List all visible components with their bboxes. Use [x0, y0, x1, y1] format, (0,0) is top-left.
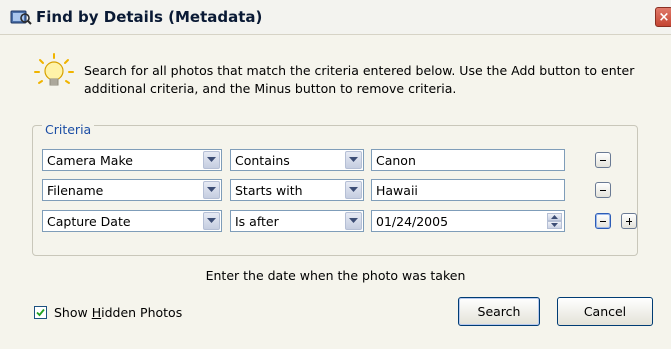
window-title: Find by Details (Metadata) — [36, 8, 263, 26]
instructions-line-2: additional criteria, and the Minus butto… — [84, 81, 457, 96]
remove-criteria-button-3[interactable] — [595, 213, 611, 229]
minus-icon — [600, 190, 606, 191]
chevron-down-icon[interactable] — [345, 212, 362, 230]
operator-select-contains[interactable]: Contains — [230, 149, 364, 171]
date-spinner[interactable] — [547, 213, 562, 229]
spin-down-button[interactable] — [547, 221, 562, 229]
operator-select-value: Starts with — [235, 183, 303, 198]
cancel-button[interactable]: Cancel — [557, 297, 653, 326]
find-by-details-dialog: Find by Details (Metadata) × Search for … — [0, 0, 671, 349]
spin-up-button[interactable] — [547, 213, 562, 221]
minus-icon — [600, 221, 606, 222]
close-button[interactable]: × — [655, 7, 671, 27]
instructions-text: Search for all photos that match the cri… — [84, 62, 664, 98]
minus-icon — [600, 160, 606, 161]
chevron-down-icon[interactable] — [345, 181, 362, 199]
value-input-camera-make[interactable]: Canon — [371, 149, 565, 171]
field-select-value: Capture Date — [47, 214, 131, 229]
photo-search-icon — [10, 10, 32, 25]
show-hidden-photos-label[interactable]: Show Hidden Photos — [54, 305, 182, 320]
instructions-line-1: Search for all photos that match the cri… — [84, 63, 635, 78]
field-select-value: Camera Make — [47, 153, 133, 168]
remove-criteria-button-2[interactable] — [595, 182, 611, 198]
title-bar[interactable]: Find by Details (Metadata) × — [0, 0, 671, 35]
field-hint-text: Enter the date when the photo was taken — [205, 268, 466, 283]
chevron-down-icon[interactable] — [203, 181, 220, 199]
search-button[interactable]: Search — [458, 297, 540, 326]
field-select-camera-make[interactable]: Camera Make — [42, 149, 222, 171]
remove-criteria-button-1[interactable] — [595, 152, 611, 168]
criteria-legend: Criteria — [42, 122, 95, 137]
operator-select-value: Contains — [235, 153, 290, 168]
checkmark-icon — [36, 308, 45, 317]
date-input-capture-date[interactable]: 01/24/2005 — [371, 210, 565, 232]
lightbulb-icon — [34, 53, 74, 86]
field-select-capture-date[interactable]: Capture Date — [42, 210, 222, 232]
add-criteria-button[interactable] — [621, 213, 637, 229]
close-icon: × — [658, 10, 670, 25]
field-select-value: Filename — [47, 183, 104, 198]
operator-select-is-after[interactable]: Is after — [230, 210, 364, 232]
value-input-text: Canon — [376, 153, 416, 168]
value-input-filename[interactable]: Hawaii — [371, 179, 565, 201]
chevron-down-icon[interactable] — [345, 151, 362, 169]
chevron-down-icon[interactable] — [203, 212, 220, 230]
operator-select-starts-with[interactable]: Starts with — [230, 179, 364, 201]
field-select-filename[interactable]: Filename — [42, 179, 222, 201]
show-hidden-photos-checkbox[interactable] — [34, 306, 47, 319]
chevron-down-icon[interactable] — [203, 151, 220, 169]
date-input-text: 01/24/2005 — [376, 214, 449, 229]
operator-select-value: Is after — [235, 214, 279, 229]
value-input-text: Hawaii — [376, 183, 418, 198]
